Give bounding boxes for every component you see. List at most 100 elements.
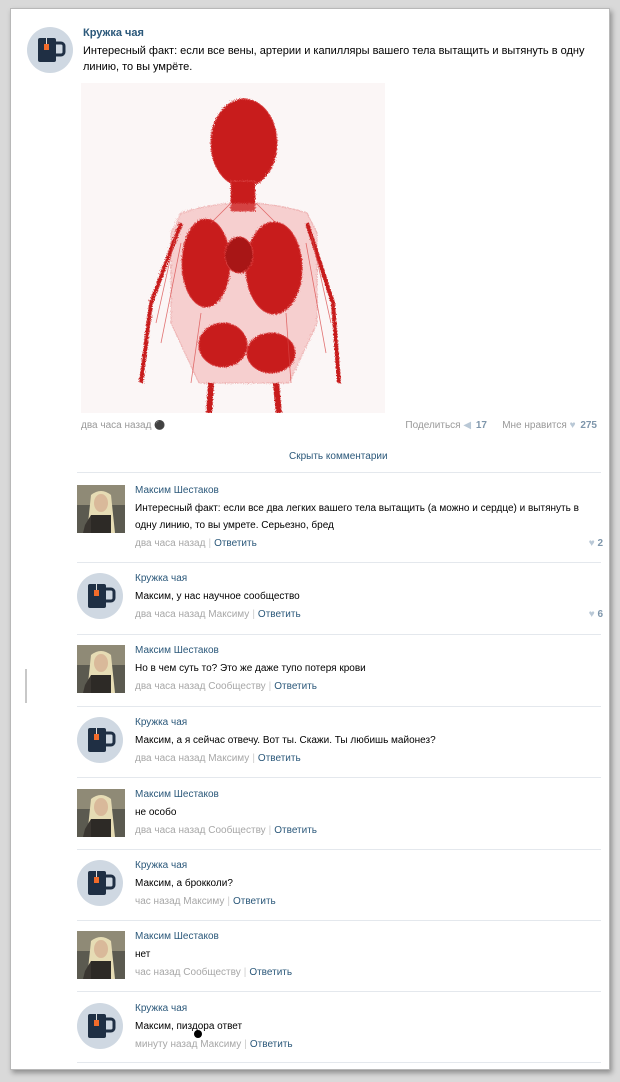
post-time[interactable]: два часа назад ⚫ xyxy=(81,420,165,431)
comment-addressee: Максиму xyxy=(183,896,225,907)
comment-item: Кружка чая Максим, а я сейчас отвечу. Во… xyxy=(77,717,603,777)
scrollbar-mark[interactable] xyxy=(25,669,27,703)
comment-time[interactable]: два часа назад xyxy=(135,825,205,836)
tea-mug-icon xyxy=(88,584,116,608)
reply-link[interactable]: Ответить xyxy=(258,753,301,764)
comment-meta: час назад Максиму | Ответить xyxy=(135,896,276,907)
comment-author-link[interactable]: Максим Шестаков xyxy=(135,645,219,656)
comment-item: Кружка чая Максим, пиздора ответ минуту … xyxy=(77,1003,603,1063)
post-time-label: два часа назад xyxy=(81,420,152,431)
like-label: Мне нравится xyxy=(502,420,567,431)
comment-like-button[interactable]: ♥ 2 xyxy=(589,538,603,549)
comment-time[interactable]: два часа назад xyxy=(135,681,205,692)
comment-text: не особо xyxy=(135,807,177,818)
divider xyxy=(77,849,601,850)
community-avatar[interactable] xyxy=(77,1003,123,1049)
tea-mug-icon xyxy=(88,728,116,752)
comment-time[interactable]: два часа назад xyxy=(135,609,205,620)
comment-author-link[interactable]: Кружка чая xyxy=(135,717,187,728)
post-text: Интересный факт: если все вены, артерии … xyxy=(83,45,585,73)
comment-author-link[interactable]: Максим Шестаков xyxy=(135,931,219,942)
user-avatar[interactable] xyxy=(77,645,125,693)
comment-addressee: Сообществу xyxy=(208,681,266,692)
user-avatar[interactable] xyxy=(77,789,125,837)
comment-time[interactable]: два часа назад xyxy=(135,538,205,549)
community-avatar[interactable] xyxy=(27,27,73,73)
comment-time[interactable]: час назад xyxy=(135,967,181,978)
comment-meta: два часа назад Максиму | Ответить xyxy=(135,609,301,620)
heart-icon: ♥ xyxy=(569,420,576,431)
reply-link[interactable]: Ответить xyxy=(233,896,276,907)
like-count: 275 xyxy=(580,420,597,431)
comment-meta: час назад Сообществу | Ответить xyxy=(135,967,293,978)
comment-text: Но в чем суть то? Это же даже тупо потер… xyxy=(135,663,366,674)
comment-addressee: Максиму xyxy=(208,753,250,764)
comment-addressee: Максиму xyxy=(208,609,250,620)
comment-author-link[interactable]: Кружка чая xyxy=(135,860,187,871)
heart-icon: ♥ xyxy=(588,609,595,620)
comment-author-link[interactable]: Максим Шестаков xyxy=(135,485,219,496)
divider xyxy=(77,562,601,563)
comment-item: Максим Шестаков нет час назад Сообществу… xyxy=(77,931,603,991)
comment-time[interactable]: час назад xyxy=(135,896,181,907)
divider xyxy=(77,634,601,635)
elf-portrait xyxy=(77,931,125,979)
comment-author-link[interactable]: Кружка чая xyxy=(135,573,187,584)
divider xyxy=(77,706,601,707)
comment-time[interactable]: минуту назад xyxy=(135,1039,197,1050)
reply-link[interactable]: Ответить xyxy=(250,1039,293,1050)
comment-meta: два часа назад Сообществу | Ответить xyxy=(135,825,318,836)
tea-mug-icon xyxy=(88,871,116,895)
elf-portrait xyxy=(77,485,125,533)
divider xyxy=(77,777,601,778)
comment-text: Максим, а брокколи? xyxy=(135,878,233,889)
mouse-pointer-dot xyxy=(194,1030,202,1038)
comment-like-count: 6 xyxy=(597,609,603,620)
post-frame: Кружка чая Интересный факт: если все вен… xyxy=(10,8,610,1070)
comment-item: Максим Шестаков Интересный факт: если вс… xyxy=(77,485,603,555)
comment-item: Кружка чая Максим, у нас научное сообщес… xyxy=(77,573,603,633)
comment-item: Кружка чая Максим, а брокколи? час назад… xyxy=(77,860,603,920)
comment-author-link[interactable]: Максим Шестаков xyxy=(135,789,219,800)
reply-link[interactable]: Ответить xyxy=(258,609,301,620)
reply-link[interactable]: Ответить xyxy=(274,681,317,692)
divider xyxy=(77,472,601,473)
comment-author-link[interactable]: Кружка чая xyxy=(135,1003,187,1014)
divider xyxy=(77,991,601,992)
post-image[interactable] xyxy=(81,83,385,413)
community-avatar[interactable] xyxy=(77,573,123,619)
elf-portrait xyxy=(77,789,125,837)
share-button[interactable]: Поделиться ◀ 17 xyxy=(405,420,487,431)
comment-text: Максим, пиздора ответ xyxy=(135,1021,243,1032)
community-avatar[interactable] xyxy=(77,717,123,763)
share-label: Поделиться xyxy=(405,420,461,431)
user-avatar[interactable] xyxy=(77,485,125,533)
reply-link[interactable]: Ответить xyxy=(214,538,257,549)
share-count: 17 xyxy=(475,420,487,431)
comment-time[interactable]: два часа назад xyxy=(135,753,205,764)
comment-meta: минуту назад Максиму | Ответить xyxy=(135,1039,293,1050)
comment-text: Максим, у нас научное сообщество xyxy=(135,591,300,602)
user-avatar[interactable] xyxy=(77,931,125,979)
elf-portrait xyxy=(77,645,125,693)
comment-addressee: Сообществу xyxy=(183,967,241,978)
tea-mug-icon xyxy=(38,38,66,62)
post-author-link[interactable]: Кружка чая xyxy=(83,27,144,39)
heart-icon: ♥ xyxy=(588,538,595,549)
tea-mug-icon xyxy=(88,1014,116,1038)
comment-meta: два часа назад | Ответить xyxy=(135,538,257,549)
hide-comments-link[interactable]: Скрыть комментарии xyxy=(289,451,388,462)
comment-addressee: Максиму xyxy=(200,1039,242,1050)
reply-link[interactable]: Ответить xyxy=(274,825,317,836)
apple-icon: ⚫ xyxy=(154,420,166,430)
comment-meta: два часа назад Максиму | Ответить xyxy=(135,753,301,764)
comment-like-count: 2 xyxy=(597,538,603,549)
comment-like-button[interactable]: ♥ 6 xyxy=(589,609,603,620)
comment-meta: два часа назад Сообществу | Ответить xyxy=(135,681,318,692)
like-button[interactable]: Мне нравится ♥ 275 xyxy=(502,420,597,431)
reply-link[interactable]: Ответить xyxy=(249,967,292,978)
comment-item: Максим Шестаков Но в чем суть то? Это же… xyxy=(77,645,603,705)
community-avatar[interactable] xyxy=(77,860,123,906)
divider xyxy=(77,1062,601,1063)
comment-text: Интересный факт: если все два легких ваш… xyxy=(135,503,579,531)
